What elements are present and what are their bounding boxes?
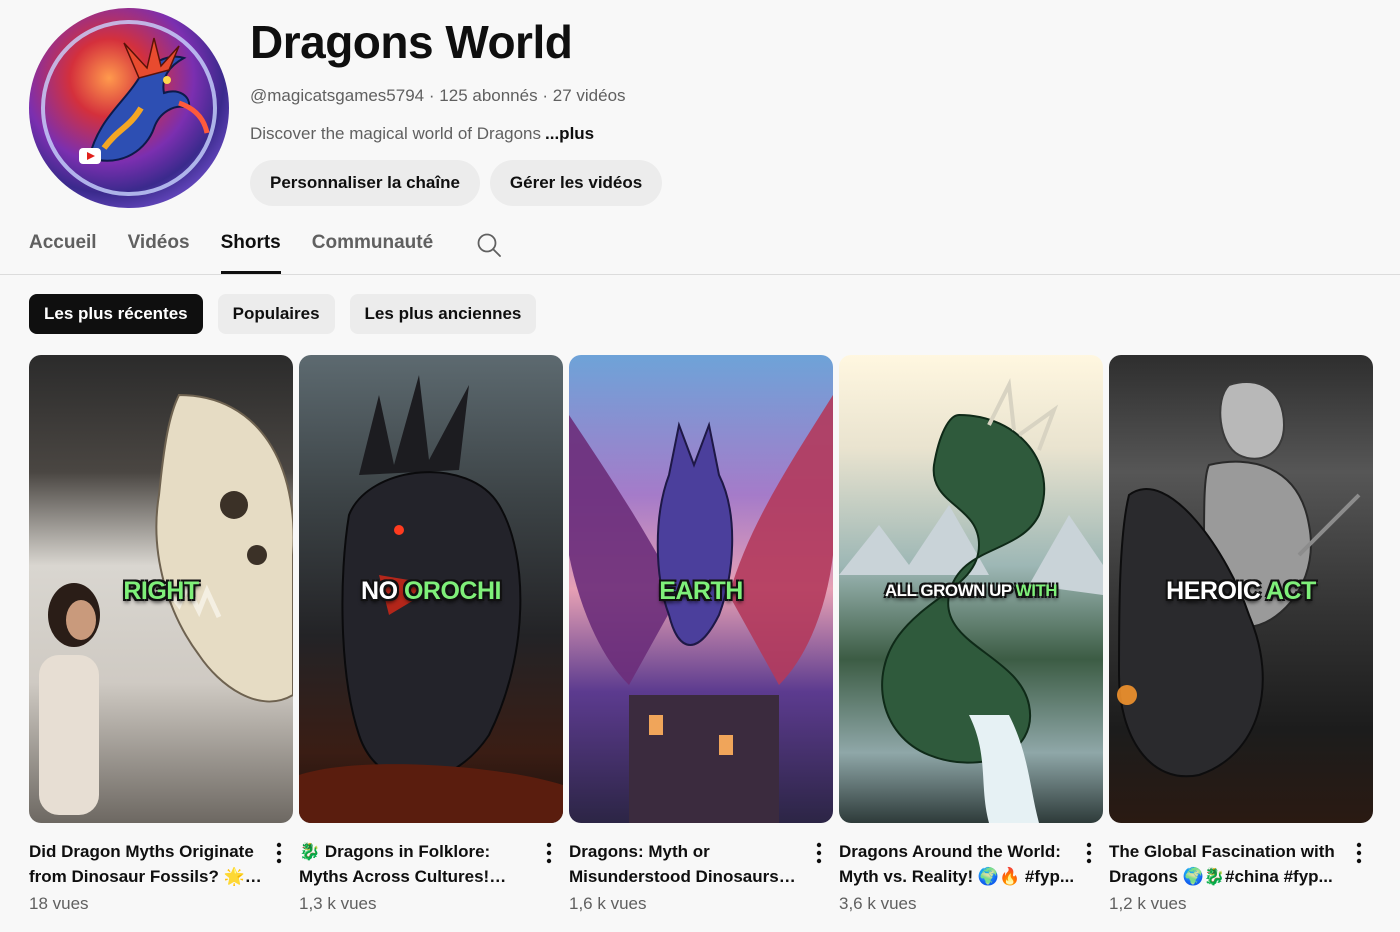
short-meta: 🐉 Dragons in Folklore: Myths Across Cult…: [299, 839, 563, 915]
channel-page: Dragons World @magicatsgames5794 · 125 a…: [0, 0, 1400, 932]
thumbnail-caption: EARTH: [659, 577, 743, 605]
channel-handle: @magicatsgames5794: [250, 86, 425, 105]
short-card[interactable]: NO OROCHI 🐉 Dragons in Folklore: Myths A…: [299, 355, 563, 915]
channel-description[interactable]: Discover the magical world of Dragons...…: [250, 123, 662, 145]
thumbnail-caption: ALL GROWN UP WITH: [884, 581, 1058, 600]
short-views: 18 vues: [29, 894, 89, 913]
short-thumbnail[interactable]: EARTH: [569, 355, 833, 823]
tab-community[interactable]: Communauté: [312, 226, 433, 274]
sort-chips: Les plus récentes Populaires Les plus an…: [29, 294, 537, 334]
more-options-icon[interactable]: [1079, 841, 1099, 865]
thumbnail-caption: RIGHT: [123, 577, 199, 605]
short-card[interactable]: HEROIC ACT The Global Fascination with D…: [1109, 355, 1373, 915]
thumbnail-caption: NO OROCHI: [361, 577, 501, 605]
short-thumbnail[interactable]: ALL GROWN UP WITH: [839, 355, 1103, 823]
channel-avatar[interactable]: [29, 8, 229, 208]
video-count: 27 vidéos: [552, 86, 626, 105]
short-title[interactable]: Dragons: Myth or Misunderstood Dinosaurs…: [569, 839, 805, 889]
channel-title: Dragons World: [250, 16, 573, 68]
meta-separator: ·: [542, 86, 549, 105]
short-views: 1,3 k vues: [299, 894, 377, 913]
short-title[interactable]: Did Dragon Myths Originate from Dinosaur…: [29, 839, 265, 889]
more-options-icon[interactable]: [1349, 841, 1369, 865]
description-more-link[interactable]: ...plus: [545, 124, 594, 143]
channel-info: Dragons World @magicatsgames5794 · 125 a…: [250, 16, 663, 206]
more-options-icon[interactable]: [539, 841, 559, 865]
short-title[interactable]: The Global Fascination with Dragons 🌍🐉#c…: [1109, 839, 1345, 889]
thumbnail-caption: HEROIC ACT: [1166, 577, 1316, 605]
short-views: 3,6 k vues: [839, 894, 917, 913]
channel-meta: @magicatsgames5794 · 125 abonnés · 27 vi…: [250, 85, 662, 107]
customize-channel-button[interactable]: Personnaliser la chaîne: [250, 160, 480, 206]
dragon-logo-icon: [41, 20, 217, 196]
tab-videos[interactable]: Vidéos: [128, 226, 190, 274]
tab-shorts[interactable]: Shorts: [220, 226, 281, 274]
short-meta: Did Dragon Myths Originate from Dinosaur…: [29, 839, 293, 915]
tab-home[interactable]: Accueil: [29, 226, 97, 274]
meta-separator: ·: [428, 86, 435, 105]
chip-popular[interactable]: Populaires: [217, 294, 335, 334]
short-meta: Dragons Around the World: Myth vs. Reali…: [839, 839, 1103, 915]
chip-oldest[interactable]: Les plus anciennes: [349, 294, 537, 334]
manage-videos-button[interactable]: Gérer les vidéos: [489, 160, 663, 206]
short-views: 1,6 k vues: [569, 894, 647, 913]
description-text: Discover the magical world of Dragons: [250, 124, 542, 143]
search-icon[interactable]: [476, 232, 502, 258]
channel-header: Dragons World @magicatsgames5794 · 125 a…: [29, 8, 1369, 208]
short-title[interactable]: 🐉 Dragons in Folklore: Myths Across Cult…: [299, 839, 535, 889]
subscriber-count: 125 abonnés: [439, 86, 538, 105]
short-meta: Dragons: Myth or Misunderstood Dinosaurs…: [569, 839, 833, 915]
short-thumbnail[interactable]: NO OROCHI: [299, 355, 563, 823]
channel-tabs: Accueil Vidéos Shorts Communauté: [29, 226, 502, 274]
short-title[interactable]: Dragons Around the World: Myth vs. Reali…: [839, 839, 1075, 889]
short-card[interactable]: RIGHT Did Dragon Myths Originate from Di…: [29, 355, 293, 915]
more-options-icon[interactable]: [269, 841, 289, 865]
shorts-grid: RIGHT Did Dragon Myths Originate from Di…: [29, 355, 1373, 915]
short-card[interactable]: ALL GROWN UP WITH Dragons Around the Wor…: [839, 355, 1103, 915]
short-card[interactable]: EARTH Dragons: Myth or Misunderstood Din…: [569, 355, 833, 915]
tabs-divider: [0, 274, 1400, 275]
short-thumbnail[interactable]: RIGHT: [29, 355, 293, 823]
short-views: 1,2 k vues: [1109, 894, 1187, 913]
chip-newest[interactable]: Les plus récentes: [29, 294, 203, 334]
more-options-icon[interactable]: [809, 841, 829, 865]
channel-actions: Personnaliser la chaîne Gérer les vidéos: [250, 160, 663, 206]
short-thumbnail[interactable]: HEROIC ACT: [1109, 355, 1373, 823]
short-meta: The Global Fascination with Dragons 🌍🐉#c…: [1109, 839, 1373, 915]
